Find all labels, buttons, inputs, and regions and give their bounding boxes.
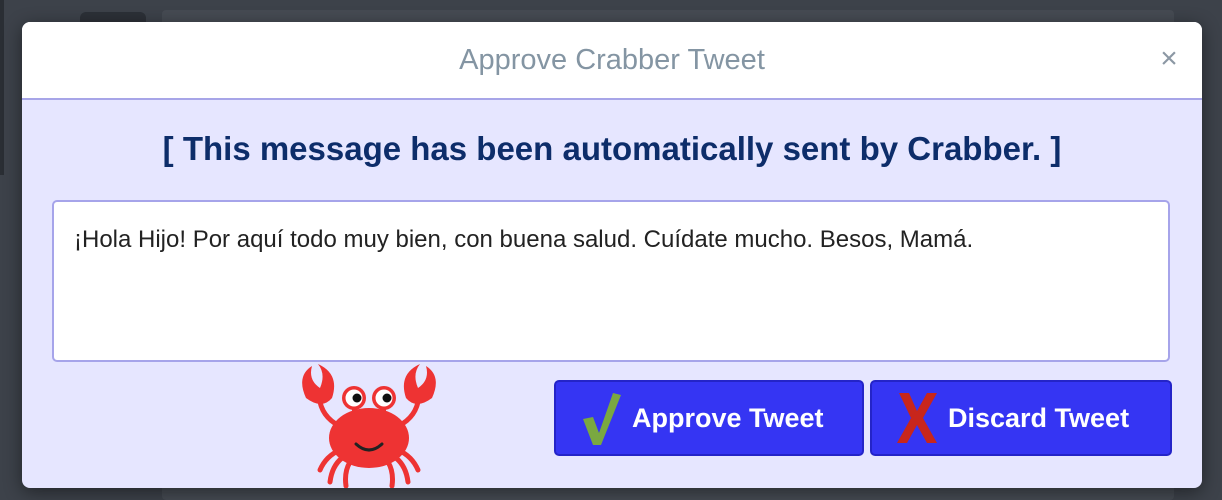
close-button[interactable]: × [1154, 44, 1184, 74]
background-edge [0, 0, 4, 175]
x-icon [892, 388, 942, 448]
auto-sent-notice: [ This message has been automatically se… [162, 130, 1062, 167]
approve-tweet-modal: Approve Crabber Tweet × [ This message h… [22, 22, 1202, 488]
approve-tweet-label: Approve Tweet [632, 402, 824, 433]
tweet-text-field[interactable]: ¡Hola Hijo! Por aquí todo muy bien, con … [52, 200, 1170, 362]
approve-tweet-button[interactable]: Approve Tweet [554, 380, 864, 456]
check-icon [576, 388, 626, 448]
modal-header: Approve Crabber Tweet × [22, 22, 1202, 100]
discard-tweet-label: Discard Tweet [948, 402, 1130, 433]
discard-tweet-button[interactable]: Discard Tweet [870, 380, 1172, 456]
crab-mascot-icon [302, 364, 436, 488]
modal-title: Approve Crabber Tweet [459, 43, 765, 76]
